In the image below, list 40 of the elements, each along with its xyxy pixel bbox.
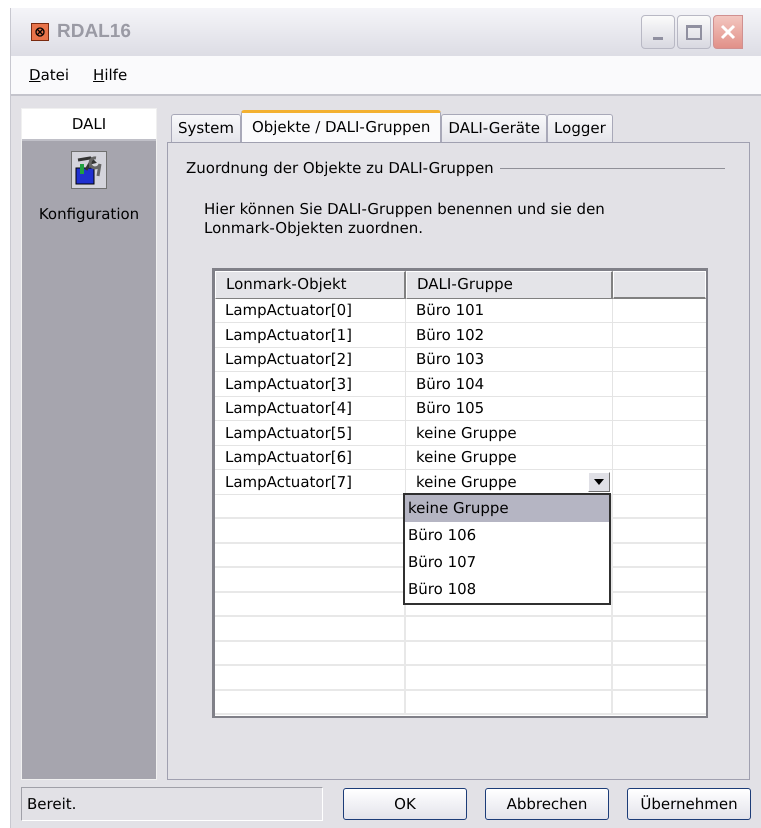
- group-title: Zuordnung der Objekte zu DALI-Gruppen: [186, 158, 494, 179]
- table-cell: Büro 101: [406, 298, 613, 322]
- table-cell: Büro 103: [406, 348, 613, 371]
- table-cell: keine Gruppe: [406, 446, 613, 469]
- menu-item[interactable]: Hilfe: [93, 64, 128, 86]
- dropdown-button[interactable]: [588, 472, 610, 492]
- table-cell: LampActuator[1]: [215, 323, 406, 346]
- column-header[interactable]: Lonmark-Objekt: [215, 270, 406, 298]
- table-cell: Büro 105: [406, 396, 613, 420]
- table-cell: LampActuator[6]: [215, 446, 406, 469]
- table-cell: Büro 102: [406, 323, 613, 346]
- tab[interactable]: Logger: [547, 114, 613, 142]
- tab[interactable]: System: [171, 114, 241, 142]
- dropdown-option[interactable]: keine Gruppe: [405, 494, 609, 522]
- status-bar: Bereit.: [21, 787, 323, 821]
- column-header[interactable]: DALI-Gruppe: [406, 270, 613, 298]
- table-cell: LampActuator[0]: [215, 298, 406, 322]
- dialog-button[interactable]: OK: [343, 788, 467, 820]
- window-title: RDAL16: [57, 20, 131, 44]
- tab[interactable]: Objekte / DALI-Gruppen: [240, 110, 442, 142]
- configuration-icon: [71, 151, 107, 189]
- tab[interactable]: DALI-Geräte: [441, 114, 548, 142]
- menu-item[interactable]: Datei: [29, 64, 70, 86]
- sidebar-header: DALI: [22, 109, 156, 141]
- caret-icon: [594, 478, 604, 485]
- table-cell: LampActuator[2]: [215, 348, 406, 371]
- table-cell: keine Gruppe: [406, 421, 613, 444]
- description-text: Hier können Sie DALI-Gruppen benennen und sie den Lonmark-Objekten zuordnen.: [204, 200, 606, 238]
- table-cell: LampActuator[3]: [215, 372, 406, 396]
- dialog-button[interactable]: Übernehmen: [627, 788, 751, 820]
- sidebar-item[interactable]: Konfiguration: [22, 141, 156, 226]
- table-cell: LampActuator[4]: [215, 396, 406, 420]
- table-cell: Büro 104: [406, 372, 613, 396]
- close-button[interactable]: [713, 15, 743, 49]
- app-icon: [31, 23, 49, 41]
- table-cell: LampActuator[5]: [215, 421, 406, 444]
- close-icon: [720, 24, 736, 40]
- dialog-button[interactable]: Abbrechen: [485, 788, 609, 820]
- minimize-button[interactable]: [641, 15, 675, 49]
- maximize-button[interactable]: [677, 15, 711, 49]
